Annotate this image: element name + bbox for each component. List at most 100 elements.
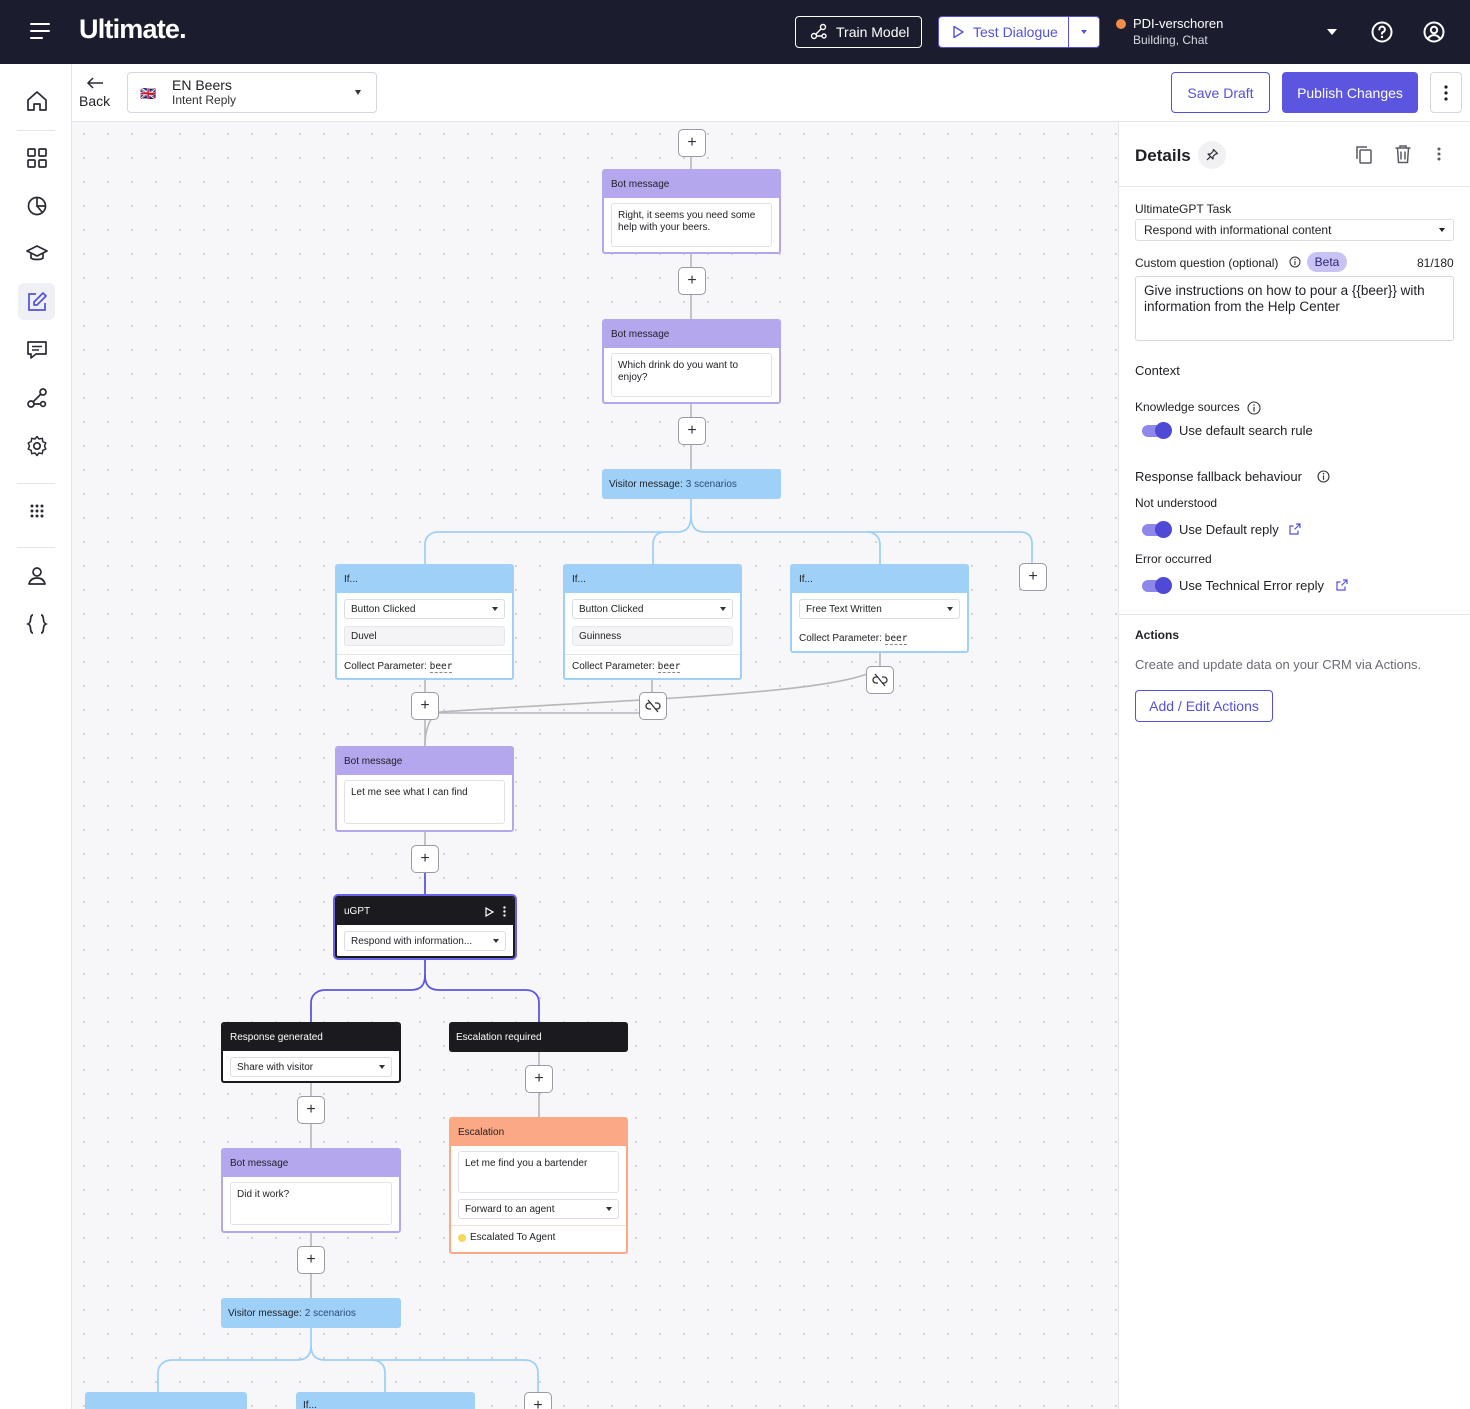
message-text[interactable]: Let me see what I can find (344, 780, 505, 824)
panel-title: Details (1135, 146, 1191, 165)
unlink-button[interactable] (866, 666, 894, 694)
custom-question-label: Custom question (optional) (1135, 256, 1279, 270)
back-button[interactable]: Back (79, 93, 110, 109)
conversations-icon[interactable] (24, 337, 50, 363)
add-edit-actions-button[interactable]: Add / Edit Actions (1135, 690, 1273, 722)
message-text[interactable]: Let me find you a bartender (458, 1151, 619, 1193)
trash-icon[interactable] (1394, 144, 1412, 164)
add-step-button[interactable]: + (678, 129, 706, 157)
intent-type: Intent Reply (172, 93, 237, 107)
condition-node[interactable] (85, 1392, 247, 1409)
collect-label: Collect Parameter: (799, 633, 882, 644)
user-icon[interactable] (24, 563, 50, 589)
more-vertical-icon[interactable] (503, 906, 506, 917)
more-vertical-icon[interactable] (1437, 147, 1441, 161)
default-reply-label: Use Default reply (1179, 522, 1279, 537)
knowledge-toggle[interactable] (1142, 422, 1172, 439)
play-icon[interactable] (485, 906, 494, 917)
add-step-button[interactable]: + (678, 417, 706, 445)
workspace-status-dot (1116, 19, 1126, 29)
custom-question-input[interactable]: Give instructions on how to pour a {{bee… (1135, 276, 1454, 341)
publish-changes-button[interactable]: Publish Changes (1282, 72, 1418, 113)
collect-parameter: Collect Parameter: beer (337, 654, 512, 678)
condition-node[interactable]: If... (296, 1392, 475, 1409)
menu-icon[interactable] (30, 23, 50, 41)
bot-message-node[interactable]: Bot message Did it work? (221, 1148, 401, 1233)
add-step-button[interactable]: + (411, 692, 439, 720)
trigger-select[interactable]: Free Text Written (799, 599, 960, 619)
test-dialogue-label: Test Dialogue (973, 24, 1058, 40)
response-action-select[interactable]: Share with visitor (230, 1057, 392, 1077)
panel-divider (1118, 186, 1470, 187)
button-value[interactable]: Duvel (344, 626, 505, 646)
training-icon[interactable] (24, 241, 50, 267)
escalation-required-node[interactable]: Escalation required (449, 1022, 628, 1052)
condition-node[interactable]: If... Free Text Written Collect Paramete… (790, 564, 969, 653)
ugpt-task-select[interactable]: Respond with information... (344, 931, 506, 951)
add-step-button[interactable]: + (525, 1065, 553, 1093)
settings-icon[interactable] (24, 433, 50, 459)
chevron-down-icon (947, 607, 953, 611)
collect-parameter: Collect Parameter: beer (792, 627, 967, 650)
chevron-down-icon (1081, 30, 1088, 34)
workspace-name[interactable]: PDI-verschoren (1133, 16, 1223, 31)
unlink-button[interactable] (639, 692, 667, 720)
info-icon[interactable] (1247, 401, 1261, 415)
home-icon[interactable] (24, 88, 50, 114)
task-select[interactable]: Respond with informational content (1135, 219, 1454, 241)
message-text[interactable]: Did it work? (230, 1182, 392, 1225)
external-link-icon[interactable] (1289, 523, 1301, 535)
help-icon[interactable] (1370, 20, 1394, 44)
pin-button[interactable] (1198, 141, 1226, 169)
analytics-icon[interactable] (24, 193, 50, 219)
technical-error-toggle[interactable] (1142, 577, 1172, 594)
edit-icon[interactable] (24, 289, 50, 315)
add-step-button[interactable]: + (411, 845, 439, 873)
context-heading: Context (1135, 363, 1180, 378)
test-dialogue-button[interactable]: Test Dialogue (938, 16, 1100, 48)
save-draft-button[interactable]: Save Draft (1171, 72, 1270, 113)
escalation-action-select[interactable]: Forward to an agent (458, 1199, 619, 1219)
network-icon (810, 23, 827, 40)
external-link-icon[interactable] (1336, 579, 1348, 591)
add-step-button[interactable]: + (678, 267, 706, 295)
message-text[interactable]: Which drink do you want to enjoy? (611, 353, 772, 397)
integrations-icon[interactable] (24, 385, 50, 411)
bot-message-node[interactable]: Bot message Right, it seems you need som… (602, 169, 781, 254)
chevron-down-icon (355, 90, 361, 95)
apps-icon[interactable] (24, 498, 50, 524)
variables-icon[interactable] (24, 611, 50, 637)
train-model-button[interactable]: Train Model (795, 16, 922, 48)
dashboard-icon[interactable] (24, 145, 50, 171)
bot-message-node[interactable]: Bot message Which drink do you want to e… (602, 319, 781, 404)
add-scenario-button[interactable]: + (524, 1392, 552, 1409)
intent-selector[interactable] (127, 72, 377, 113)
button-value[interactable]: Guinness (572, 626, 733, 646)
ugpt-node[interactable]: uGPT Respond with information... (335, 896, 515, 958)
copy-icon[interactable] (1355, 145, 1373, 165)
profile-icon[interactable] (1422, 20, 1446, 44)
more-options-button[interactable] (1430, 72, 1462, 113)
add-scenario-button[interactable]: + (1019, 563, 1047, 591)
message-text[interactable]: Right, it seems you need some help with … (611, 203, 772, 247)
node-header: Bot message (223, 1150, 399, 1177)
escalation-node[interactable]: Escalation Let me find you a bartender F… (449, 1117, 628, 1254)
visitor-message-node[interactable]: Visitor message: 2 scenarios (221, 1298, 401, 1328)
test-dialogue-dropdown[interactable] (1068, 17, 1099, 47)
visitor-message-node[interactable]: Visitor message: 3 scenarios (602, 469, 781, 499)
default-reply-toggle[interactable] (1142, 521, 1172, 538)
chevron-down-icon[interactable] (1327, 29, 1337, 35)
add-step-button[interactable]: + (297, 1246, 325, 1274)
trigger-select[interactable]: Button Clicked (344, 599, 505, 619)
response-generated-node[interactable]: Response generated Share with visitor (221, 1022, 401, 1083)
condition-node[interactable]: If... Button Clicked Guinness Collect Pa… (563, 564, 742, 680)
arrow-left-icon[interactable] (86, 76, 104, 90)
trigger-select[interactable]: Button Clicked (572, 599, 733, 619)
condition-node[interactable]: If... Button Clicked Duvel Collect Param… (335, 564, 514, 680)
bot-message-node[interactable]: Bot message Let me see what I can find (335, 746, 514, 832)
info-icon[interactable] (1289, 256, 1301, 268)
actions-heading: Actions (1135, 628, 1180, 642)
flag-icon: 🇬🇧 (140, 86, 157, 101)
info-icon[interactable] (1317, 470, 1330, 483)
add-step-button[interactable]: + (297, 1096, 325, 1124)
